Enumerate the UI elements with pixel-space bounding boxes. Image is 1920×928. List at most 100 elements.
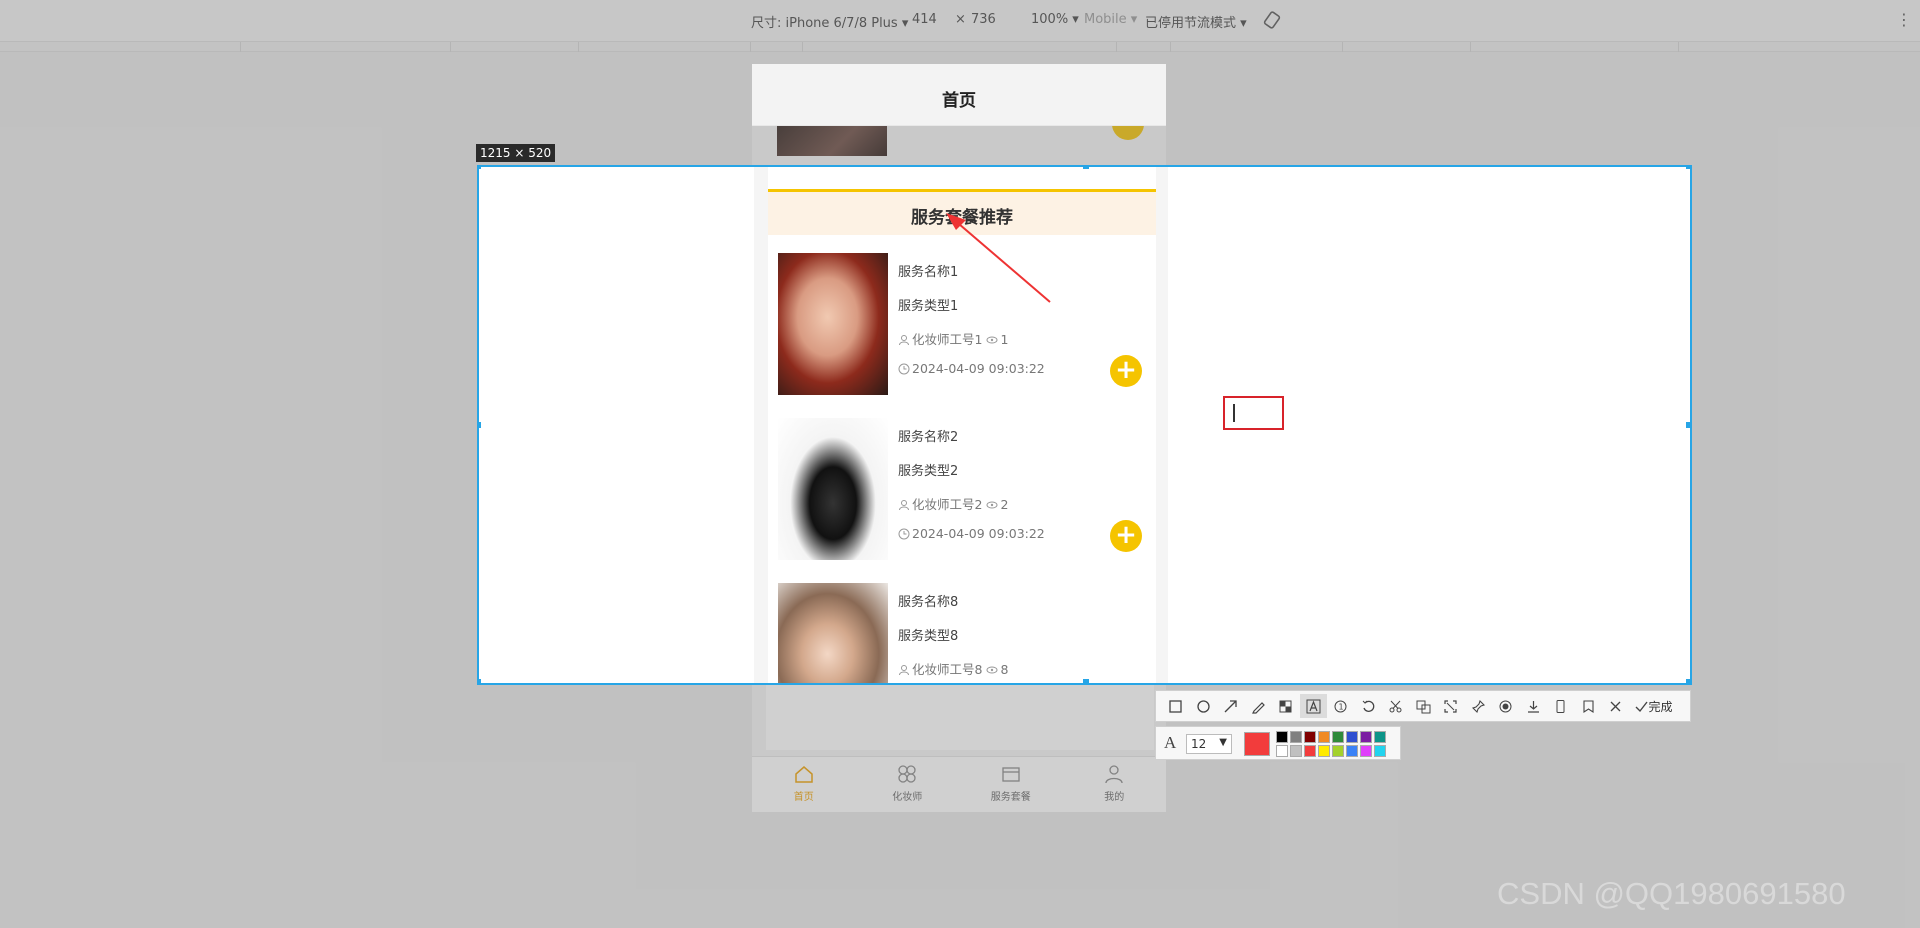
translate-icon: [1416, 700, 1431, 713]
user-icon: [899, 500, 909, 511]
item-meta: 化妆师工号8 8: [898, 659, 1008, 678]
add-button[interactable]: +: [1110, 355, 1142, 387]
ocr-tool[interactable]: [1437, 694, 1465, 718]
tab-home[interactable]: 首页: [752, 757, 856, 812]
watermark: CSDN @QQ1980691580: [1497, 876, 1846, 911]
resize-handle[interactable]: [479, 422, 481, 428]
resize-handle[interactable]: [1083, 167, 1089, 169]
add-button[interactable]: +: [1110, 520, 1142, 552]
color-swatch[interactable]: [1318, 745, 1330, 757]
scissors-tool[interactable]: [1382, 694, 1410, 718]
capture-toolbar: 1 完成: [1155, 690, 1691, 722]
kebab-icon[interactable]: ⋮: [1896, 10, 1912, 29]
color-swatch[interactable]: [1374, 745, 1386, 757]
phone-icon: [1556, 699, 1565, 713]
color-swatch[interactable]: [1360, 731, 1372, 743]
user-icon: [899, 665, 909, 676]
color-swatch[interactable]: [1304, 731, 1316, 743]
tab-label: 首页: [793, 792, 814, 803]
throttling-mode-select[interactable]: 已停用节流模式 ▾: [1145, 12, 1247, 31]
number-tool[interactable]: 1: [1327, 694, 1355, 718]
width-input[interactable]: 414: [912, 12, 937, 27]
ellipse-tool[interactable]: [1190, 694, 1218, 718]
done-button[interactable]: 完成: [1634, 698, 1673, 715]
tab-packages[interactable]: 服务套餐: [959, 757, 1063, 812]
item-type: 服务类型2: [898, 464, 959, 479]
tab-artists[interactable]: 化妆师: [856, 757, 960, 812]
item-time-row: 2024-04-09 09:03:22: [898, 361, 1045, 376]
phone-tool[interactable]: [1547, 694, 1575, 718]
text-annotation-box[interactable]: [1223, 396, 1284, 430]
resize-handle[interactable]: [1686, 679, 1690, 683]
list-item[interactable]: 服务名称8 服务类型8 化妆师工号8 8: [768, 583, 1156, 683]
item-time: 2024-04-09 09:03:22: [912, 526, 1045, 541]
scissors-icon: [1389, 700, 1402, 712]
color-swatch[interactable]: [1276, 745, 1288, 757]
color-swatch[interactable]: [1346, 745, 1358, 757]
rectangle-tool[interactable]: [1162, 694, 1190, 718]
done-label: 完成: [1648, 699, 1673, 714]
list-item[interactable]: 服务名称2 服务类型2 化妆师工号2 2 2024-04-09 09:03:22…: [768, 418, 1156, 568]
tab-label: 服务套餐: [990, 792, 1031, 803]
color-swatch[interactable]: [1332, 731, 1344, 743]
arrow-tool[interactable]: [1217, 694, 1245, 718]
home-icon: [795, 766, 813, 783]
svg-text:1: 1: [1339, 702, 1344, 711]
font-size-select[interactable]: 12 ▼: [1186, 734, 1232, 754]
selection-size-label: 1215 × 520: [476, 144, 556, 162]
tab-label: 我的: [1104, 792, 1125, 803]
grid-icon: [898, 765, 916, 783]
mosaic-tool[interactable]: [1272, 694, 1300, 718]
resize-handle[interactable]: [1686, 422, 1690, 428]
times-sign: ×: [955, 12, 966, 27]
number-icon: 1: [1334, 700, 1347, 712]
color-swatch[interactable]: [1360, 745, 1372, 757]
resize-handle[interactable]: [1686, 167, 1690, 169]
item-name: 服务名称2: [898, 430, 959, 445]
capture-selection[interactable]: 服务套餐推荐 服务名称1 服务类型1 化妆师工号1 1 2024-04-09 0…: [477, 165, 1692, 685]
item-views: 8: [1000, 662, 1009, 677]
color-swatch[interactable]: [1304, 745, 1316, 757]
font-size-value: 12: [1191, 737, 1207, 751]
cancel-tool[interactable]: [1602, 694, 1630, 718]
chevron-down-icon: ▼: [1219, 737, 1227, 748]
item-image[interactable]: [778, 583, 888, 683]
item-image[interactable]: [778, 418, 888, 560]
media-query-ruler: [0, 42, 1920, 52]
color-swatch[interactable]: [1374, 731, 1386, 743]
pen-tool[interactable]: [1245, 694, 1273, 718]
pin-tool[interactable]: [1465, 694, 1493, 718]
save-tool[interactable]: [1520, 694, 1548, 718]
item-image[interactable]: [778, 253, 888, 395]
color-swatch[interactable]: [1290, 731, 1302, 743]
package-icon: [1002, 767, 1020, 782]
item-type: 服务类型8: [898, 629, 959, 644]
resize-handle[interactable]: [479, 679, 481, 683]
text-tool[interactable]: [1299, 694, 1327, 718]
devtools-toolbar: 尺寸: iPhone 6/7/8 Plus ▾ 414 × 736 100% ▾…: [0, 0, 1920, 42]
annotation-arrow[interactable]: [942, 210, 1062, 310]
page-title: 首页: [752, 64, 1166, 126]
resize-handle[interactable]: [479, 167, 481, 169]
user-icon: [899, 335, 909, 346]
color-swatch[interactable]: [1318, 731, 1330, 743]
color-swatch[interactable]: [1332, 745, 1344, 757]
color-swatch[interactable]: [1290, 745, 1302, 757]
undo-tool[interactable]: [1355, 694, 1383, 718]
device-select[interactable]: 尺寸: iPhone 6/7/8 Plus ▾: [751, 12, 908, 31]
tab-mine[interactable]: 我的: [1063, 757, 1167, 812]
bookmark-tool[interactable]: [1575, 694, 1603, 718]
translate-tool[interactable]: [1410, 694, 1438, 718]
current-color-swatch[interactable]: [1244, 732, 1270, 756]
tab-bar: 首页 化妆师 服务套餐 我的: [752, 756, 1166, 812]
mosaic-icon: [1279, 700, 1292, 712]
height-input[interactable]: 736: [971, 12, 996, 27]
item-views: 2: [1000, 497, 1009, 512]
zoom-select[interactable]: 100% ▾: [1031, 12, 1079, 27]
rotate-icon[interactable]: [1262, 10, 1282, 30]
throttle-select[interactable]: Mobile ▾: [1084, 12, 1137, 27]
resize-handle[interactable]: [1083, 679, 1089, 683]
color-swatch[interactable]: [1346, 731, 1358, 743]
record-tool[interactable]: [1492, 694, 1520, 718]
color-swatch[interactable]: [1276, 731, 1288, 743]
